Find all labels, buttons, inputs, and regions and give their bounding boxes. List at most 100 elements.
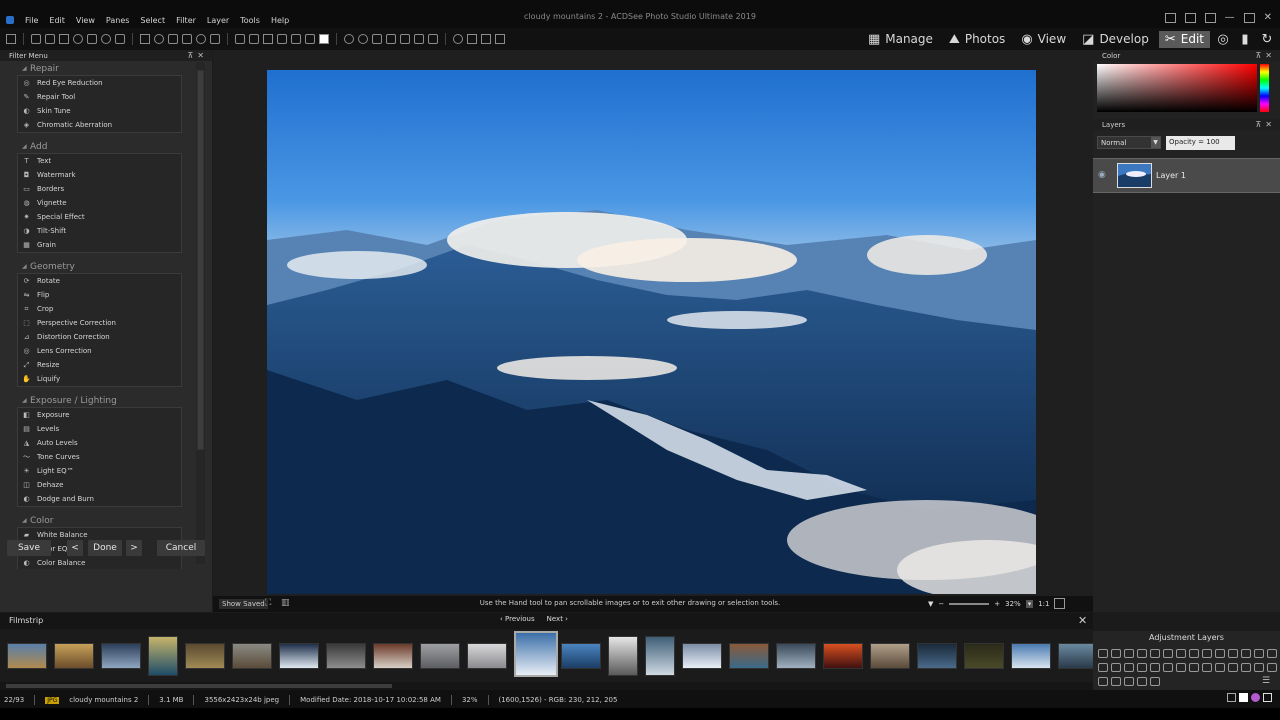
adjustment-layer-icon[interactable] [1215,663,1225,672]
blur-tool-icon[interactable] [428,34,438,44]
maximize-button[interactable] [1243,12,1255,23]
filmstrip-thumbnail[interactable] [1058,642,1093,669]
zoom-dropdown-icon[interactable]: ▼ [928,600,933,608]
filter-item[interactable]: ◧ Exposure [18,408,181,422]
filmstrip-thumbnail[interactable] [467,642,507,669]
adjustment-layer-icon[interactable] [1150,649,1160,658]
360-icon[interactable]: ◎ [1214,31,1232,48]
section-exposure-lighting[interactable]: ◢ Exposure / Lighting [0,393,194,407]
section-repair[interactable]: ◢ Repair [0,61,194,75]
section-color[interactable]: ◢ Color [0,513,194,527]
panel-pin-close-icon[interactable]: ⊼✕ [1255,120,1276,129]
layout-icon[interactable] [1204,12,1216,23]
adjustment-layer-icon[interactable] [1163,663,1173,672]
previous-button[interactable]: ‹ Previous [500,615,535,623]
eyedropper-tool-icon[interactable] [305,34,315,44]
filter-item[interactable]: ✎ Repair Tool [18,90,181,104]
adjustment-layer-icon[interactable] [1241,649,1251,658]
sync-icon[interactable]: ↻ [1258,31,1276,48]
brush-tool-icon[interactable] [235,34,245,44]
zoom-slider[interactable] [949,602,990,605]
filter-item[interactable]: ⬚ Perspective Correction [18,316,181,330]
filter-item[interactable]: ⟳ Rotate [18,274,181,288]
zoom-in-icon[interactable]: + [994,600,1000,608]
adjustment-layer-icon[interactable] [1111,663,1121,672]
ellipse-tool-icon[interactable] [154,34,164,44]
adjustment-layer-icon[interactable] [1137,663,1147,672]
adjustment-layer-icon[interactable] [1124,649,1134,658]
batch-icon[interactable] [495,34,505,44]
filmstrip-thumbnail[interactable] [514,631,558,677]
clone-tool-icon[interactable] [249,34,259,44]
filmstrip-thumbnail[interactable] [148,635,178,676]
section-add[interactable]: ◢ Add [0,139,194,153]
filmstrip-thumbnail[interactable] [185,642,225,669]
adjustment-layer-icon[interactable] [1228,663,1238,672]
filmstrip-scrollbar[interactable] [0,682,1093,690]
adjustment-layer-icon[interactable] [1267,663,1277,672]
filter-item[interactable]: ◈ Chromatic Aberration [18,118,181,132]
close-icon[interactable]: ✕ [1078,614,1087,627]
adjustment-layer-icon[interactable] [1111,649,1121,658]
menu-icon[interactable]: ☰ [1262,676,1270,686]
filter-item[interactable]: ◫ Dehaze [18,478,181,492]
filter-item[interactable]: ◑ Tilt-Shift [18,224,181,238]
adjustment-layer-icon[interactable] [1189,649,1199,658]
opacity-field[interactable]: Opacity = 100 [1166,136,1235,150]
checkbox-icon[interactable] [1263,693,1272,702]
magic-wand-icon[interactable] [87,34,97,44]
burn-tool-icon[interactable] [400,34,410,44]
filmstrip-thumbnail[interactable] [373,642,413,669]
actual-size-button[interactable]: 1:1 [1038,600,1049,608]
status-icon[interactable] [1227,693,1236,702]
adjustment-layer-icon[interactable] [1137,649,1147,658]
marquee-tool-icon[interactable] [59,34,69,44]
filmstrip-thumbnail[interactable] [823,642,863,669]
filmstrip-thumbnail[interactable] [279,642,319,669]
filmstrip-thumbnail[interactable] [232,642,272,669]
filmstrip-thumbnail[interactable] [870,642,910,669]
filter-item[interactable]: ◮ Auto Levels [18,436,181,450]
filter-item[interactable]: ⤢ Resize [18,358,181,372]
eraser-tool-icon[interactable] [277,34,287,44]
filter-item[interactable]: ✋ Liquify [18,372,181,386]
tab-view[interactable]: ◉ View [1015,31,1072,48]
minimize-button[interactable]: — [1225,12,1235,23]
section-geometry[interactable]: ◢ Geometry [0,259,194,273]
filter-item[interactable]: ✷ Special Effect [18,210,181,224]
adjustment-layer-icon[interactable] [1189,663,1199,672]
filter-item[interactable]: ◎ Red Eye Reduction [18,76,181,90]
done-button[interactable]: Done [88,540,122,556]
cancel-button[interactable]: Cancel [157,540,205,556]
adjustment-layer-icon[interactable] [1111,677,1121,686]
adjustment-layer-icon[interactable] [1202,663,1212,672]
adjustment-layer-icon[interactable] [1267,649,1277,658]
filter-item[interactable]: ▭ Borders [18,182,181,196]
status-icon[interactable] [1239,693,1248,702]
close-window-button[interactable]: ✕ [1264,12,1272,23]
adjustment-layer-icon[interactable] [1215,649,1225,658]
smart-select-icon[interactable] [115,34,125,44]
filter-item[interactable]: ⊿ Distortion Correction [18,330,181,344]
chevron-down-icon[interactable]: ◢ [22,517,27,524]
filmstrip-thumbnail[interactable] [776,642,816,669]
record-icon[interactable] [453,34,463,44]
adjustment-layer-icon[interactable] [1150,663,1160,672]
play-icon[interactable] [481,34,491,44]
adjustment-layer-icon[interactable] [1254,649,1264,658]
rectangle-tool-icon[interactable] [140,34,150,44]
arrow-tool-icon[interactable] [182,34,192,44]
zoom-menu-icon[interactable]: ▾ [1025,599,1034,608]
zoom-out-icon[interactable]: − [938,600,944,608]
filmstrip-thumbnail[interactable] [729,642,769,669]
pen-tool-icon[interactable] [45,34,55,44]
lasso-tool-icon[interactable] [73,34,83,44]
tab-develop[interactable]: ◪ Develop [1076,31,1155,48]
adjustment-layer-icon[interactable] [1241,663,1251,672]
filmstrip-thumbnail[interactable] [682,642,722,669]
settings-tool-icon[interactable] [358,34,368,44]
adjustment-layer-icon[interactable] [1124,663,1134,672]
filter-item[interactable]: 〜 Tone Curves [18,450,181,464]
filmstrip-thumbnail[interactable] [1011,642,1051,669]
adjustment-layer-icon[interactable] [1124,677,1134,686]
